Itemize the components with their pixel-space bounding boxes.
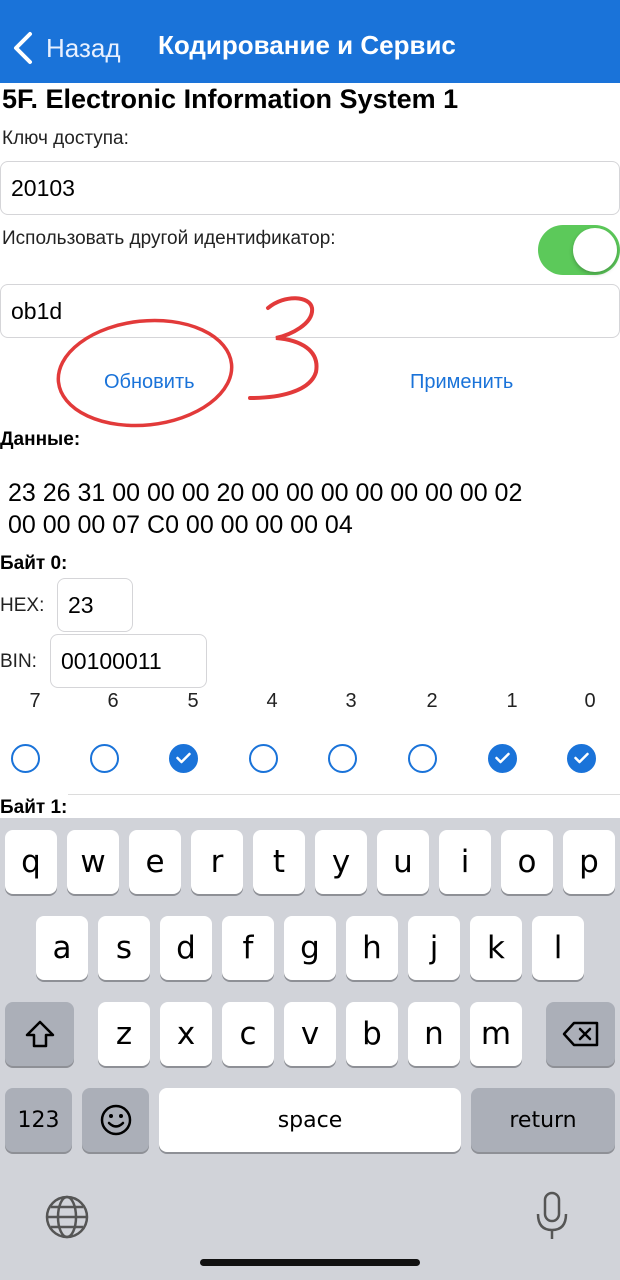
refresh-button[interactable]: Обновить — [104, 371, 195, 394]
key-n[interactable]: n — [408, 1002, 460, 1066]
key-x[interactable]: x — [160, 1002, 212, 1066]
key-v[interactable]: v — [284, 1002, 336, 1066]
alt-id-value: ob1d — [11, 297, 63, 324]
toggle-knob — [573, 228, 617, 272]
chevron-left-icon — [14, 32, 32, 64]
alt-id-toggle[interactable] — [538, 225, 620, 275]
bit-1-radio[interactable] — [488, 744, 517, 773]
backspace-icon — [562, 1021, 598, 1047]
bit-number: 7 — [29, 690, 41, 712]
bit-0-radio[interactable] — [567, 744, 596, 773]
globe-button[interactable] — [44, 1194, 90, 1240]
key-h[interactable]: h — [346, 916, 398, 980]
key-b[interactable]: b — [346, 1002, 398, 1066]
data-hex-values: 23 26 31 00 00 00 20 00 00 00 00 00 00 0… — [8, 477, 608, 541]
key-m[interactable]: m — [470, 1002, 522, 1066]
shift-key[interactable] — [5, 1002, 74, 1066]
checkmark-icon — [176, 752, 191, 764]
checkmark-icon — [574, 752, 589, 764]
bit-number: 4 — [266, 690, 278, 712]
key-t[interactable]: t — [253, 830, 305, 894]
hex-value: 23 — [68, 591, 94, 618]
bin-label: BIN: — [0, 651, 37, 672]
key-s[interactable]: s — [98, 916, 150, 980]
space-key[interactable]: space — [159, 1088, 461, 1152]
apply-button[interactable]: Применить — [410, 371, 513, 394]
bit-number: 0 — [584, 690, 596, 712]
bin-value: 00100011 — [61, 647, 162, 674]
back-label: Назад — [46, 32, 121, 63]
alt-id-input[interactable]: ob1d — [0, 284, 620, 338]
backspace-key[interactable] — [546, 1002, 615, 1066]
bit-3-radio[interactable] — [328, 744, 357, 773]
bit-number: 2 — [426, 690, 438, 712]
key-k[interactable]: k — [470, 916, 522, 980]
key-c[interactable]: c — [222, 1002, 274, 1066]
hex-input[interactable]: 23 — [57, 578, 133, 632]
microphone-icon — [536, 1191, 568, 1239]
emoji-key[interactable] — [82, 1088, 149, 1152]
access-key-value: 20103 — [11, 174, 75, 201]
data-line-1: 23 26 31 00 00 00 20 00 00 00 00 00 00 0… — [8, 479, 523, 507]
access-key-input[interactable]: 20103 — [0, 161, 620, 215]
key-q[interactable]: q — [5, 830, 57, 894]
hex-label: HEX: — [0, 595, 45, 616]
shift-icon — [25, 1020, 54, 1048]
key-r[interactable]: r — [191, 830, 243, 894]
dictation-button[interactable] — [532, 1190, 572, 1242]
data-line-2: 00 00 00 07 C0 00 00 00 00 04 — [8, 511, 353, 539]
key-a[interactable]: a — [36, 916, 88, 980]
bit-number: 1 — [506, 690, 518, 712]
byte0-label: Байт 0: — [0, 553, 68, 574]
alt-id-label: Использовать другой идентификатор: — [2, 228, 336, 249]
navigation-bar: Назад Кодирование и Сервис — [0, 0, 620, 83]
key-f[interactable]: f — [222, 916, 274, 980]
key-j[interactable]: j — [408, 916, 460, 980]
key-w[interactable]: w — [67, 830, 119, 894]
key-d[interactable]: d — [160, 916, 212, 980]
bit-number: 3 — [345, 690, 357, 712]
bit-number: 6 — [107, 690, 119, 712]
access-key-label: Ключ доступа: — [2, 128, 129, 149]
return-key[interactable]: return — [471, 1088, 615, 1152]
emoji-icon — [100, 1104, 131, 1136]
bit-2-radio[interactable] — [408, 744, 437, 773]
checkmark-icon — [495, 752, 510, 764]
system-title: 5F. Electronic Information System 1 — [2, 84, 459, 114]
page-title: Кодирование и Сервис — [158, 30, 456, 60]
key-i[interactable]: i — [439, 830, 491, 894]
bit-4-radio[interactable] — [249, 744, 278, 773]
bit-7-radio[interactable] — [11, 744, 40, 773]
key-g[interactable]: g — [284, 916, 336, 980]
bin-input[interactable]: 00100011 — [50, 634, 207, 688]
data-label: Данные: — [0, 429, 81, 450]
key-y[interactable]: y — [315, 830, 367, 894]
divider — [68, 794, 620, 795]
on-screen-keyboard: q w e r t y u i o p a s d f g h j k l z … — [0, 818, 620, 1280]
back-button[interactable]: Назад — [12, 28, 121, 68]
byte1-label: Байт 1: — [0, 797, 68, 818]
bit-number: 5 — [187, 690, 199, 712]
key-u[interactable]: u — [377, 830, 429, 894]
bit-5-radio[interactable] — [169, 744, 198, 773]
key-l[interactable]: l — [532, 916, 584, 980]
key-p[interactable]: p — [563, 830, 615, 894]
bit-6-radio[interactable] — [90, 744, 119, 773]
numbers-key[interactable]: 123 — [5, 1088, 72, 1152]
home-indicator — [200, 1259, 420, 1266]
globe-icon — [45, 1195, 89, 1239]
key-e[interactable]: e — [129, 830, 181, 894]
key-o[interactable]: o — [501, 830, 553, 894]
key-z[interactable]: z — [98, 1002, 150, 1066]
